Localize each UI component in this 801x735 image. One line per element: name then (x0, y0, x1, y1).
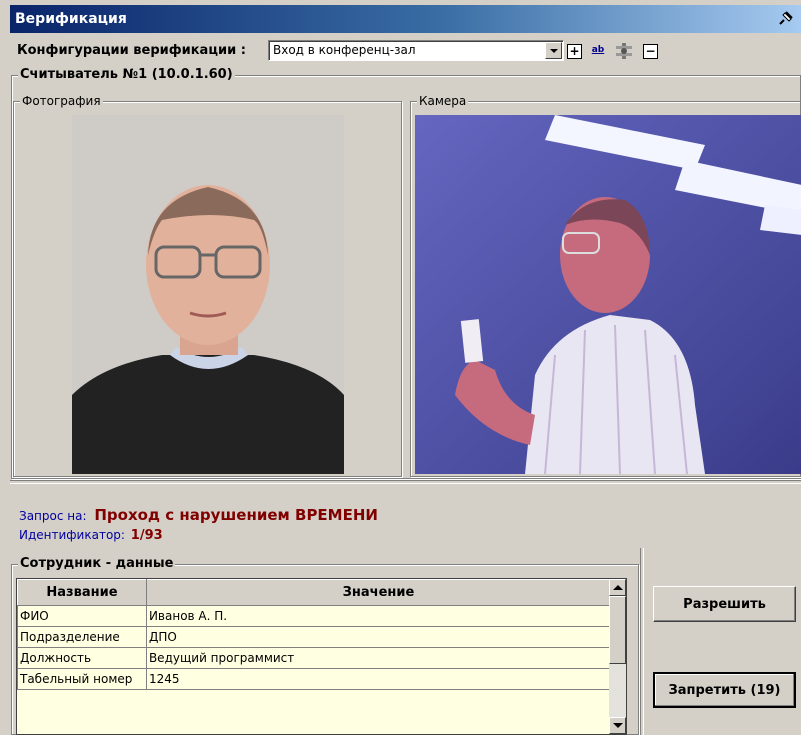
allow-button[interactable]: Разрешить (653, 586, 796, 622)
rename-icon[interactable]: ab (588, 44, 608, 59)
chevron-down-icon[interactable] (545, 42, 562, 59)
add-icon[interactable]: + (567, 44, 582, 59)
request-label: Запрос на: (19, 509, 87, 523)
request-info: Запрос на: Проход с нарушением ВРЕМЕНИ (19, 506, 378, 524)
table-row[interactable]: Табельный номер 1245 (17, 668, 612, 690)
window-title-bar: Верификация (10, 5, 801, 33)
employee-data-grid[interactable]: Название Значение ФИО Иванов А. П. Подра… (16, 578, 627, 735)
settings-icon[interactable] (614, 42, 634, 60)
row-value: ДПО (145, 626, 612, 648)
config-toolbar: Конфигурации верификации : Вход в конфер… (10, 33, 801, 67)
config-label: Конфигурации верификации : (17, 43, 246, 58)
identifier-value: 1/93 (130, 528, 163, 543)
row-value: 1245 (145, 668, 612, 690)
photo-label: Фотография (20, 94, 103, 108)
deny-button[interactable]: Запретить (19) (653, 672, 796, 708)
employee-title: Сотрудник - данные (18, 556, 176, 571)
pushpin-icon[interactable] (775, 9, 795, 29)
window-title: Верификация (15, 11, 127, 27)
vertical-scrollbar[interactable] (609, 579, 626, 734)
row-name: Подразделение (17, 626, 147, 648)
column-header-name[interactable]: Название (17, 579, 147, 606)
reader-title: Считыватель №1 (10.0.1.60) (18, 67, 235, 82)
vertical-separator (640, 548, 644, 735)
camera-group: Камера (410, 94, 801, 477)
row-value: Иванов А. П. (145, 605, 612, 627)
row-name: Должность (17, 647, 147, 669)
section-divider (10, 480, 801, 484)
identifier-label: Идентификатор: (19, 528, 125, 542)
table-row[interactable]: Подразделение ДПО (17, 626, 612, 648)
employee-photo (72, 115, 344, 474)
config-select[interactable]: Вход в конференц-зал (268, 40, 564, 61)
remove-icon[interactable]: − (643, 44, 658, 59)
row-name: Табельный номер (17, 668, 147, 690)
table-row[interactable]: Должность Ведущий программист (17, 647, 612, 669)
config-select-value: Вход в конференц-зал (273, 43, 416, 57)
column-header-value[interactable]: Значение (145, 579, 612, 606)
table-row[interactable]: ФИО Иванов А. П. (17, 605, 612, 627)
request-value: Проход с нарушением ВРЕМЕНИ (94, 506, 378, 524)
camera-feed (415, 115, 801, 474)
row-name: ФИО (17, 605, 147, 627)
photo-group: Фотография (13, 94, 402, 477)
scroll-up-button[interactable] (609, 579, 626, 596)
row-value: Ведущий программист (145, 647, 612, 669)
scroll-thumb[interactable] (609, 596, 626, 664)
identifier-info: Идентификатор: 1/93 (19, 528, 163, 543)
camera-label: Камера (417, 94, 469, 108)
scroll-down-button[interactable] (609, 717, 626, 734)
